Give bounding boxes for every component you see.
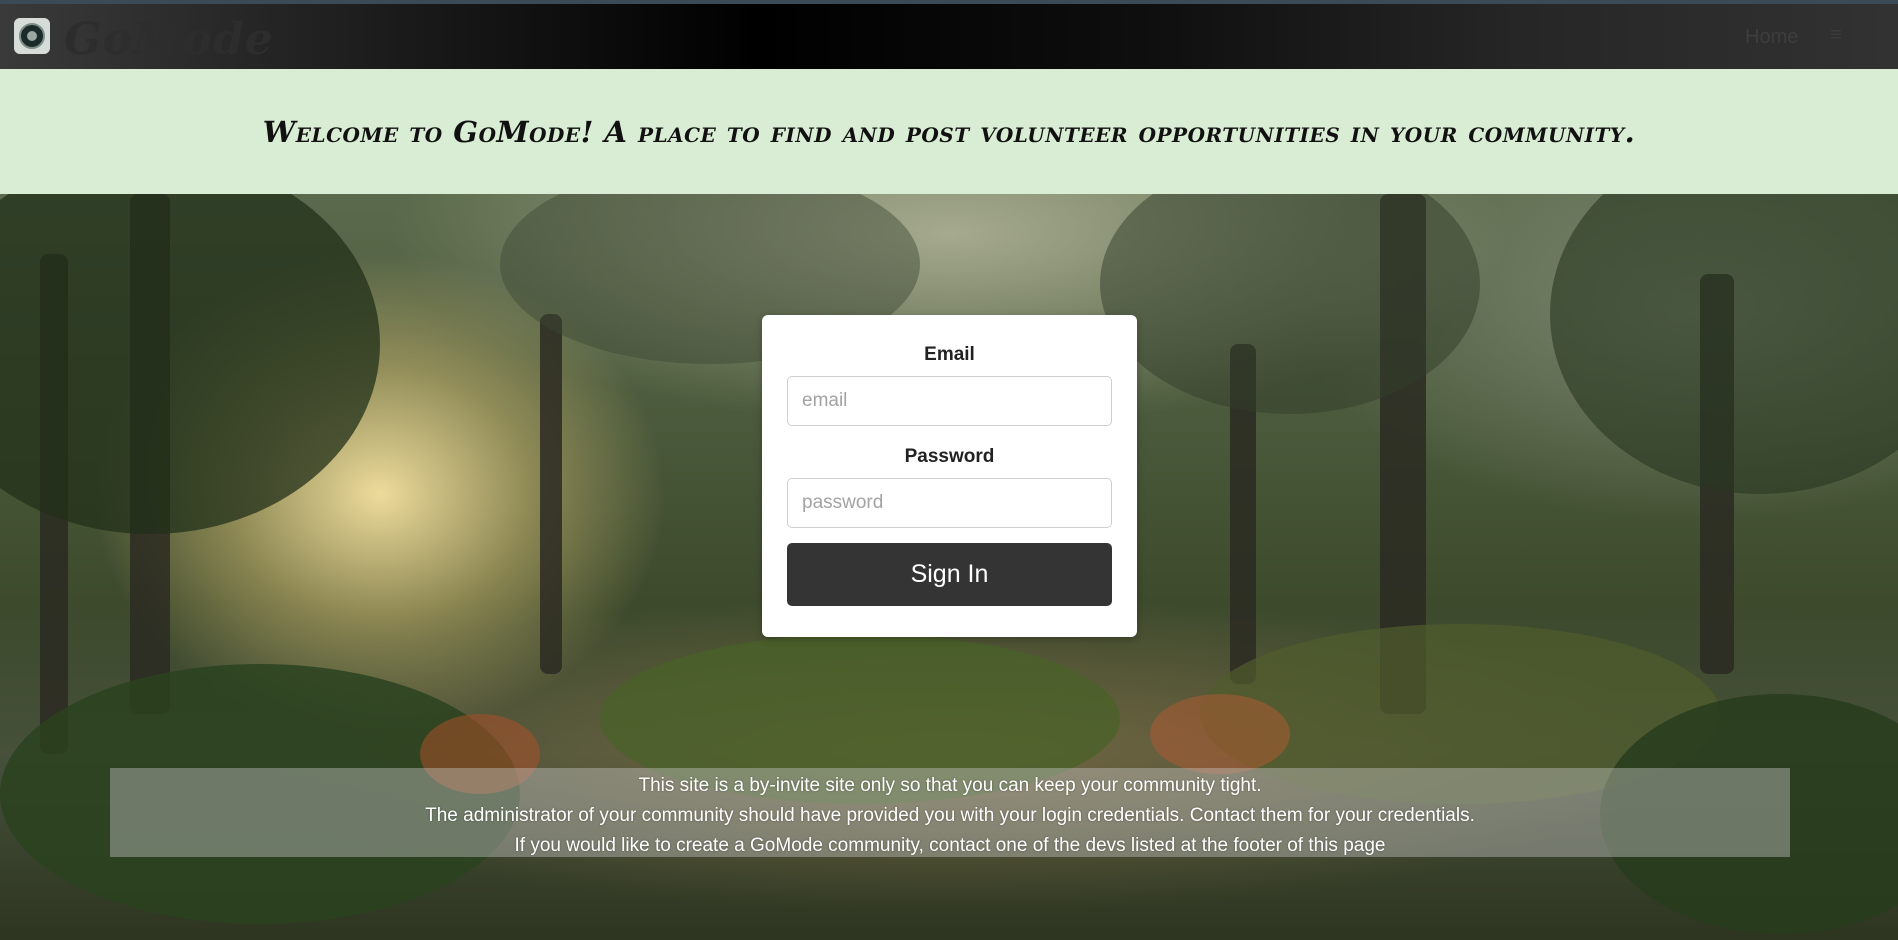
login-form: Email Password Sign In <box>762 315 1137 637</box>
email-label: Email <box>924 344 975 365</box>
notice-line: This site is a by-invite site only so th… <box>638 775 1262 796</box>
logo[interactable] <box>14 18 50 54</box>
flowers <box>1150 694 1290 774</box>
password-field[interactable] <box>787 478 1112 528</box>
menu-icon[interactable]: ≡ <box>1830 24 1842 47</box>
password-label: Password <box>904 446 995 467</box>
tree-canopy <box>0 194 380 534</box>
notice-line: The administrator of your community shou… <box>425 805 1475 826</box>
welcome-banner: Welcome to GoMode! A place to find and p… <box>0 69 1898 194</box>
email-field[interactable] <box>787 376 1112 426</box>
navbar: GoMode Home ≡ <box>0 4 1898 69</box>
tree-canopy <box>1550 194 1898 494</box>
tree-trunk <box>540 314 562 674</box>
nav-link-home[interactable]: Home <box>1745 26 1798 49</box>
invite-notice: This site is a by-invite site only so th… <box>110 768 1790 857</box>
logo-emblem-icon <box>19 23 45 49</box>
welcome-heading: Welcome to GoMode! A place to find and p… <box>262 114 1636 149</box>
sign-in-button[interactable]: Sign In <box>787 543 1112 606</box>
brand-name[interactable]: GoMode <box>64 14 274 65</box>
notice-line: If you would like to create a GoMode com… <box>514 835 1386 856</box>
